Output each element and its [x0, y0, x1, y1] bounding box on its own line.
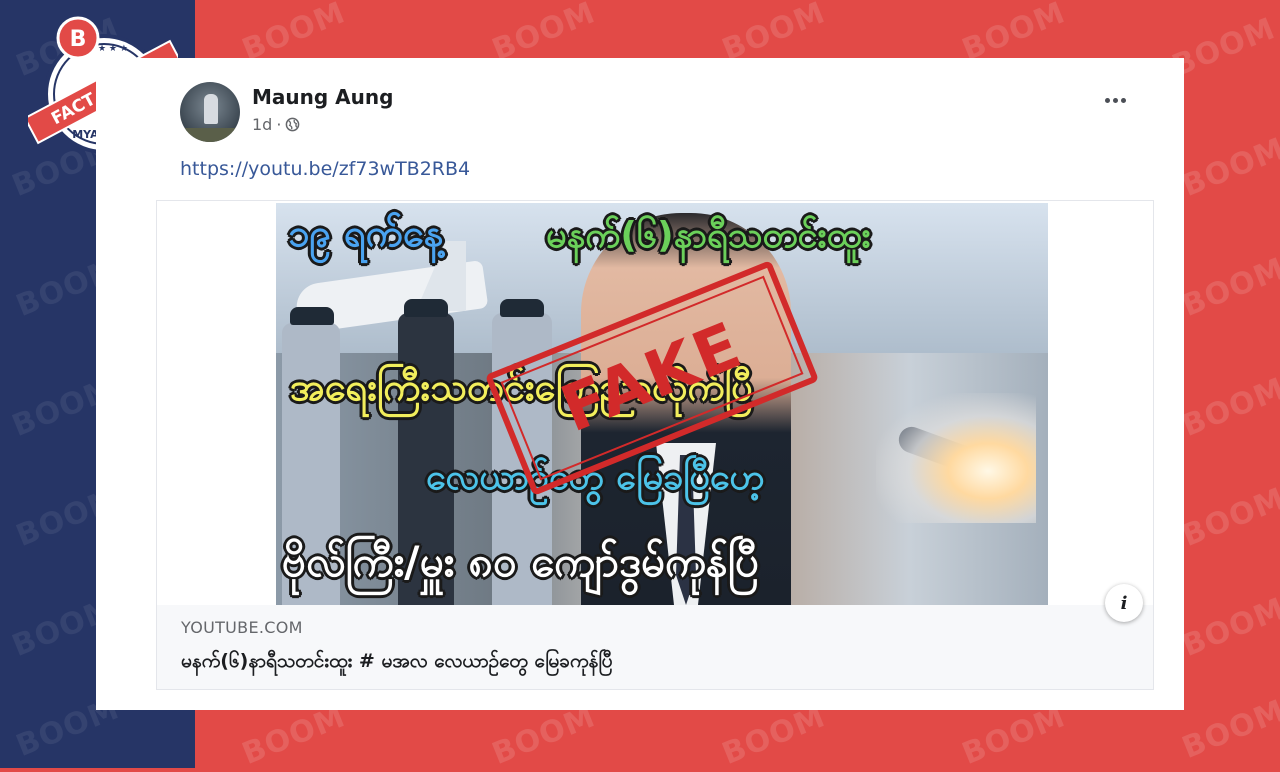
avatar[interactable]	[180, 82, 240, 142]
thumbnail-text-headline: မနက်(၆)နာရီသတင်းထူး	[546, 215, 871, 256]
video-thumbnail[interactable]: ၁၉ ရက်နေ့ မနက်(၆)နာရီသတင်းထူး အရေးကြီးသတ…	[276, 203, 1048, 605]
badge-logo-letter: B	[70, 27, 87, 52]
preview-title[interactable]: မနက်(၆)နာရီသတင်းထူး # မအလ လေယာဥ်တွေ မြေခ…	[181, 649, 612, 677]
post-author-name[interactable]: Maung Aung	[252, 85, 393, 109]
info-icon[interactable]: i	[1105, 584, 1143, 622]
post-link[interactable]: https://youtu.be/zf73wTB2RB4	[180, 158, 470, 180]
thumbnail-text-date: ၁၉ ရက်နေ့	[288, 211, 444, 255]
post-meta: 1d ·	[252, 115, 300, 134]
thumbnail-text-officers: ဗိုလ်ကြီး/မှူး ၈၀ ကျော်ဒွမ်ကုန်ပြီ	[282, 537, 759, 586]
meta-separator: ·	[276, 115, 282, 134]
svg-text:★ ★ ★: ★ ★ ★	[98, 44, 128, 54]
link-preview[interactable]: ၁၉ ရက်နေ့ မနက်(၆)နာရီသတင်းထူး အရေးကြီးသတ…	[156, 200, 1154, 690]
facebook-post-card: Maung Aung 1d · https://youtu.be/zf73wTB…	[96, 58, 1184, 710]
preview-domain: YOUTUBE.COM	[181, 618, 303, 637]
preview-thumbnail-area: ၁၉ ရက်နေ့ မနက်(၆)နာရီသတင်းထူး အရေးကြီးသတ…	[157, 201, 1153, 605]
globe-icon	[286, 117, 300, 132]
post-time[interactable]: 1d	[252, 115, 272, 134]
more-options-button[interactable]	[1105, 98, 1126, 103]
